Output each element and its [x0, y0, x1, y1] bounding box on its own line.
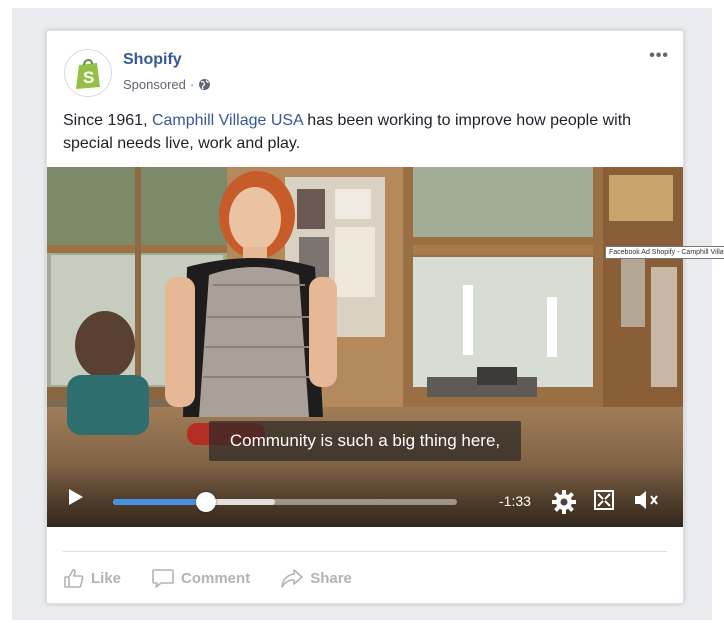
- more-options-button[interactable]: •••: [649, 47, 669, 65]
- actions-divider: [63, 551, 667, 552]
- time-remaining: -1:33: [499, 493, 531, 509]
- settings-gear-icon[interactable]: [551, 489, 577, 515]
- comment-label: Comment: [181, 569, 251, 587]
- share-arrow-icon: [281, 569, 303, 588]
- share-label: Share: [310, 569, 352, 587]
- globe-icon[interactable]: [198, 78, 211, 91]
- video-subtitle: Community is such a big thing here,: [209, 421, 521, 461]
- shopify-bag-icon: S: [76, 59, 100, 89]
- progress-scrubber-handle[interactable]: [195, 492, 216, 512]
- like-button[interactable]: Like: [63, 567, 121, 589]
- like-label: Like: [91, 569, 122, 587]
- svg-text:S: S: [83, 68, 94, 87]
- progress-played: [113, 499, 206, 505]
- thumbs-up-icon: [64, 568, 84, 588]
- camphill-village-link[interactable]: Camphill Village USA: [152, 112, 303, 129]
- separator-dot: ·: [189, 77, 195, 92]
- post-message: Since 1961, Camphill Village USA has bee…: [63, 109, 671, 155]
- page-name-link[interactable]: Shopify: [123, 51, 182, 69]
- post-text-start: Since 1961,: [63, 112, 152, 129]
- comment-bubble-icon: [152, 569, 174, 588]
- comment-button[interactable]: Comment: [151, 567, 250, 589]
- fullscreen-icon[interactable]: [593, 489, 615, 511]
- page-avatar[interactable]: S: [64, 49, 112, 97]
- hover-tooltip: Facebook Ad Shopify - Camphill Village: [605, 246, 724, 259]
- video-controls-bar: -1:33: [47, 465, 683, 527]
- video-progress-bar[interactable]: [113, 492, 457, 512]
- play-icon[interactable]: [67, 487, 85, 507]
- ad-post-card: S Shopify Sponsored · ••• Since 1961, Ca…: [46, 30, 684, 604]
- post-actions-bar: Like Comment Share: [63, 563, 352, 593]
- sponsored-meta: Sponsored ·: [123, 77, 211, 92]
- mute-speaker-icon[interactable]: [633, 489, 661, 511]
- video-player[interactable]: Community is such a big thing here, -1:3…: [47, 167, 683, 527]
- sponsored-label[interactable]: Sponsored: [123, 77, 186, 92]
- share-button[interactable]: Share: [280, 567, 352, 589]
